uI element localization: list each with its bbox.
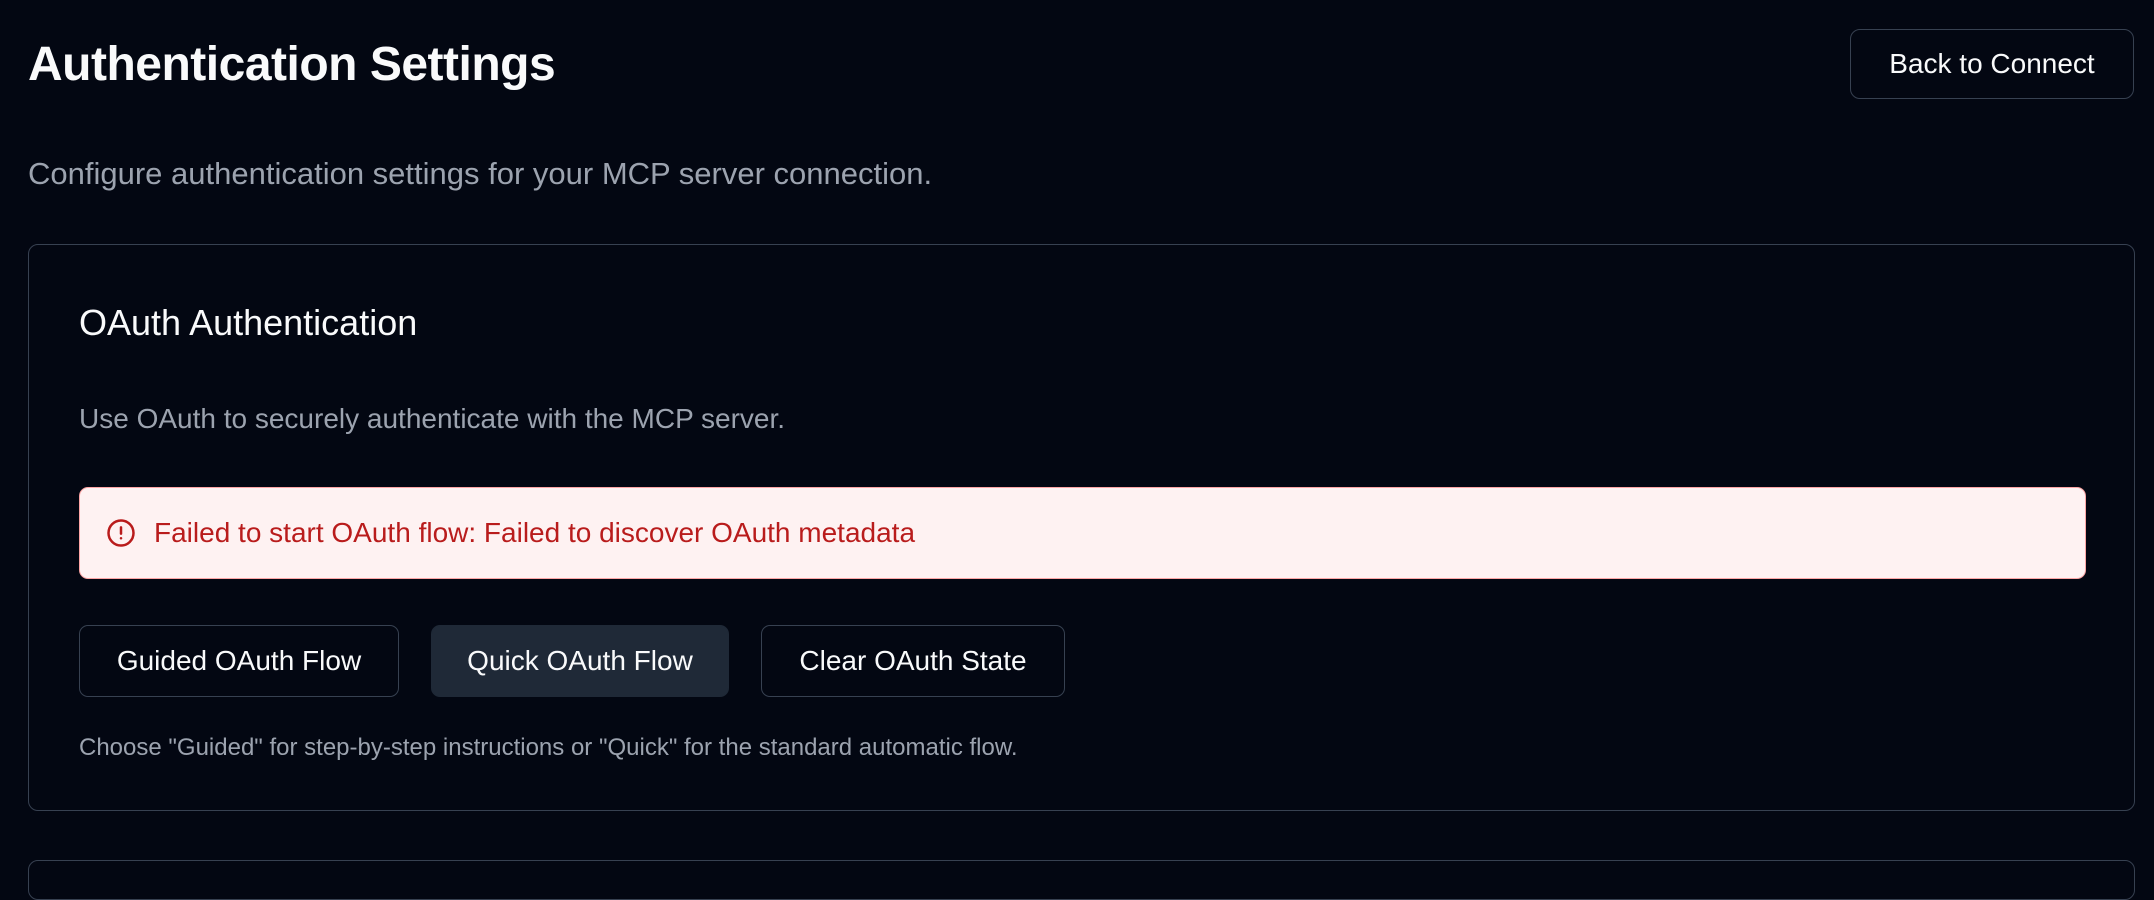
page-description: Configure authentication settings for yo… <box>28 156 933 191</box>
page-title: Authentication Settings <box>28 38 556 91</box>
error-alert: Failed to start OAuth flow: Failed to di… <box>79 487 2086 579</box>
alert-circle-icon <box>106 518 136 548</box>
clear-oauth-state-button[interactable]: Clear OAuth State <box>761 625 1065 697</box>
oauth-button-row: Guided OAuth Flow Quick OAuth Flow Clear… <box>79 625 1065 697</box>
oauth-flow-hint: Choose "Guided" for step-by-step instruc… <box>79 734 1018 761</box>
next-settings-card <box>28 860 2135 900</box>
card-description: Use OAuth to securely authenticate with … <box>79 403 786 434</box>
back-to-connect-button[interactable]: Back to Connect <box>1850 29 2134 99</box>
guided-oauth-flow-button[interactable]: Guided OAuth Flow <box>79 625 399 697</box>
error-message: Failed to start OAuth flow: Failed to di… <box>154 517 916 548</box>
card-title: OAuth Authentication <box>79 302 418 343</box>
oauth-authentication-card: OAuth Authentication Use OAuth to secure… <box>28 244 2135 811</box>
quick-oauth-flow-button[interactable]: Quick OAuth Flow <box>431 625 729 697</box>
